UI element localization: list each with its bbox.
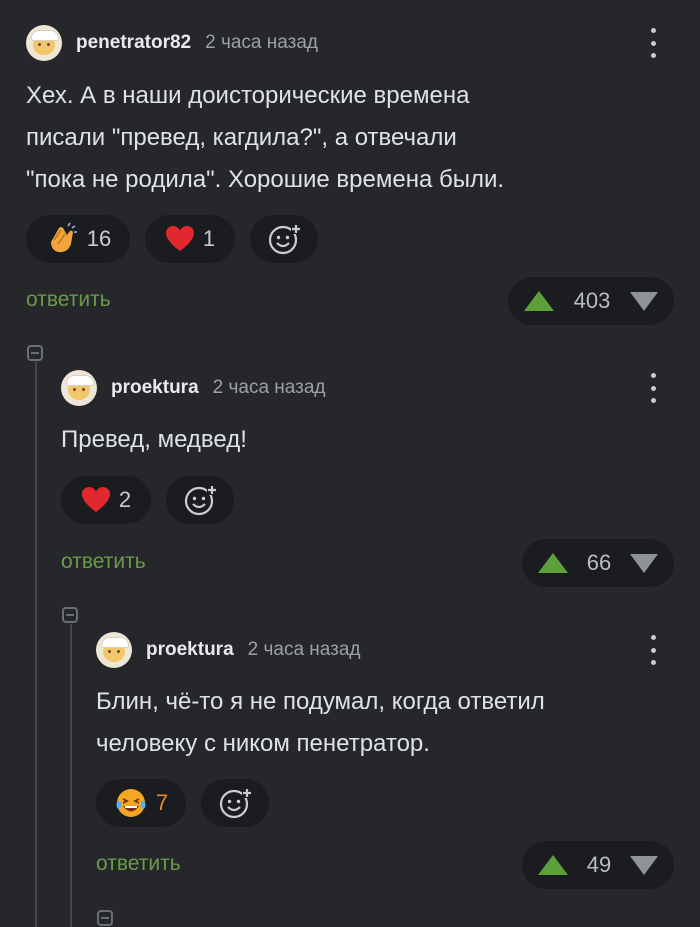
- add-reaction-button[interactable]: [166, 476, 234, 524]
- thread-line: [35, 362, 37, 927]
- comment-line: человеку с ником пенетратор.: [96, 730, 430, 757]
- vote-widget: 49: [522, 841, 674, 889]
- comment-line: Превед, медвед!: [61, 426, 247, 453]
- clap-icon: [50, 222, 77, 253]
- add-reaction-button[interactable]: [201, 779, 269, 827]
- reaction-clap-button[interactable]: 16: [26, 215, 130, 263]
- comment-line: писали "превед, кагдила?", а отвечали: [26, 124, 457, 151]
- comment-text: Хех. А в наши доисторические времена пис…: [26, 75, 504, 201]
- collapse-thread-button[interactable]: [97, 910, 113, 926]
- comment-line: Блин, чё-то я не подумал, когда ответил: [96, 688, 545, 715]
- reaction-count: 1: [202, 226, 216, 251]
- avatar[interactable]: [26, 25, 62, 61]
- comment-line: Хех. А в наши доисторические времена: [26, 82, 470, 109]
- upvote-icon[interactable]: [524, 291, 554, 311]
- add-reaction-button[interactable]: [250, 215, 318, 263]
- comment-author[interactable]: penetrator82: [76, 32, 191, 54]
- rating-count: 66: [586, 550, 612, 575]
- reaction-count: 7: [155, 790, 169, 815]
- downvote-icon[interactable]: [630, 291, 658, 311]
- more-options-icon[interactable]: [643, 635, 663, 665]
- add-emoji-icon: [219, 788, 252, 819]
- downvote-icon[interactable]: [630, 553, 658, 573]
- avatar[interactable]: [96, 632, 132, 668]
- reply-button[interactable]: ответить: [26, 288, 111, 312]
- comment-text: Блин, чё-то я не подумал, когда ответил …: [96, 681, 545, 765]
- comment-line: "пока не родила". Хорошие времена были.: [26, 166, 505, 193]
- rating-count: 403: [573, 288, 611, 313]
- comment-time: 2 часа назад: [205, 32, 318, 53]
- heart-icon: [81, 487, 110, 512]
- upvote-icon[interactable]: [538, 553, 568, 573]
- add-emoji-icon: [268, 224, 301, 255]
- vote-widget: 403: [508, 277, 674, 325]
- more-options-icon[interactable]: [643, 28, 663, 58]
- downvote-icon[interactable]: [630, 855, 658, 875]
- heart-icon: [165, 226, 194, 251]
- reaction-heart-button[interactable]: 1: [145, 215, 235, 263]
- vote-widget: 66: [522, 539, 674, 587]
- upvote-icon[interactable]: [538, 855, 568, 875]
- thread-line: [70, 624, 72, 927]
- more-options-icon[interactable]: [643, 373, 663, 403]
- reaction-count: 16: [86, 226, 112, 251]
- comment-text: Превед, медвед!: [61, 419, 247, 461]
- collapse-thread-button[interactable]: [27, 345, 43, 361]
- add-emoji-icon: [184, 485, 217, 516]
- comment-time: 2 часа назад: [212, 377, 326, 398]
- reaction-laugh-button[interactable]: 7: [96, 779, 186, 827]
- reaction-heart-button[interactable]: 2: [61, 476, 151, 524]
- laugh-icon: [116, 789, 146, 817]
- comment-author[interactable]: proektura: [111, 377, 199, 399]
- reply-button[interactable]: ответить: [61, 550, 146, 574]
- reply-button[interactable]: ответить: [96, 852, 181, 876]
- comment-author[interactable]: proektura: [146, 639, 234, 661]
- rating-count: 49: [586, 852, 612, 877]
- avatar[interactable]: [61, 370, 97, 406]
- comment-time: 2 часа назад: [247, 639, 361, 660]
- collapse-thread-button[interactable]: [62, 607, 78, 623]
- reaction-count: 2: [118, 487, 132, 512]
